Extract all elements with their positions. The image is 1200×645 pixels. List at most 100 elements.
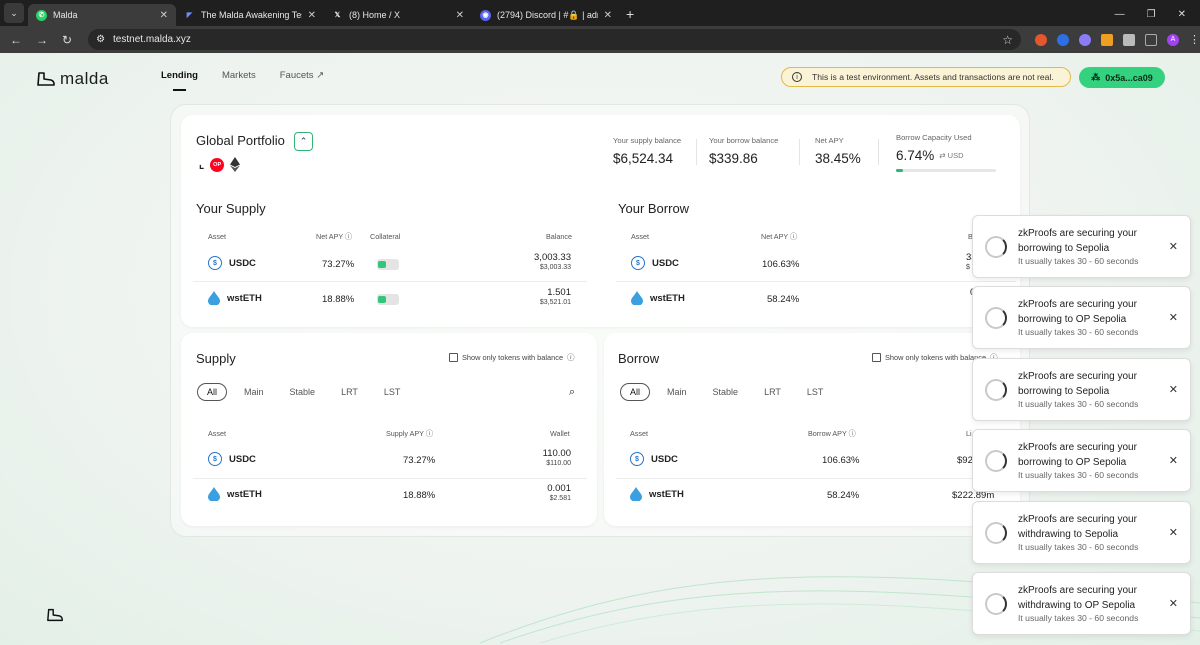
reload-icon[interactable]: ↻ — [62, 33, 72, 47]
nav-lending[interactable]: Lending — [161, 70, 198, 91]
checkbox-box[interactable] — [872, 353, 881, 362]
tab-title: Malda — [53, 10, 78, 20]
asset-wsteth[interactable]: wstETH — [208, 291, 262, 305]
info-icon[interactable]: ⓘ — [567, 352, 574, 363]
row-divider — [193, 478, 587, 479]
filter-stable[interactable]: Stable — [281, 384, 325, 400]
new-tab-button[interactable]: + — [626, 6, 634, 22]
x-icon: 𝕏 — [334, 12, 341, 19]
row-divider — [616, 478, 1010, 479]
asset-name: wstETH — [227, 292, 262, 304]
extensions-puzzle-icon[interactable] — [1123, 33, 1135, 46]
toast-message: zkProofs are securing your withdrawing t… — [1018, 585, 1137, 611]
capacity-progress-fill — [896, 169, 903, 172]
checkbox-box[interactable] — [449, 353, 458, 362]
malda-tab-icon: ◤ — [186, 12, 193, 19]
market-row-usdc[interactable]: $ USDC — [630, 452, 678, 466]
info-icon[interactable]: ⓘ — [345, 232, 352, 241]
profile-avatar[interactable]: A — [1167, 33, 1179, 46]
external-link-icon: ↗ — [316, 70, 325, 81]
filter-lrt[interactable]: LRT — [332, 384, 367, 400]
wallet-amount: 0.001 — [547, 483, 571, 494]
wallet-address: 0x5a...ca09 — [1105, 72, 1153, 83]
malda-logo-icon — [37, 72, 55, 86]
tab-malda[interactable]: ✆ Malda ✕ — [28, 4, 176, 26]
filter-stable[interactable]: Stable — [704, 384, 748, 400]
your-supply-title: Your Supply — [196, 201, 266, 216]
filter-lst[interactable]: LST — [798, 384, 833, 400]
balance-usd: $3,003.33 — [539, 264, 571, 271]
address-bar[interactable]: ⚙ testnet.malda.xyz ☆ — [88, 29, 1021, 50]
usdc-icon: $ — [631, 256, 645, 270]
toast-close-icon[interactable]: ✕ — [1169, 240, 1178, 253]
filter-all[interactable]: All — [620, 383, 651, 401]
malda-corner-logo-icon[interactable] — [46, 607, 64, 623]
window-controls: — ❐ ✕ — [1115, 9, 1200, 26]
supply-balance: 3,003.33 $3,003.33 — [534, 253, 571, 273]
wsteth-icon — [208, 291, 220, 305]
close-tab-icon[interactable]: ✕ — [160, 10, 168, 21]
tab-malda-awakening[interactable]: ◤ The Malda Awakening Testnet ✕ — [176, 4, 324, 26]
info-icon[interactable]: ⓘ — [426, 429, 433, 438]
toast-subtext: It usually takes 30 - 60 seconds — [1018, 613, 1139, 623]
collateral-toggle[interactable] — [377, 259, 399, 270]
tab-discord[interactable]: ◉ (2794) Discord | #🔒 | admin-no ✕ — [472, 4, 620, 26]
close-tab-icon[interactable]: ✕ — [308, 10, 316, 21]
col-asset: Asset — [208, 429, 226, 438]
close-window-icon[interactable]: ✕ — [1178, 9, 1186, 20]
asset-wsteth[interactable]: wstETH — [631, 291, 685, 305]
market-row-wsteth[interactable]: wstETH — [208, 487, 262, 501]
close-tab-icon[interactable]: ✕ — [604, 10, 612, 21]
fox-extension-icon[interactable] — [1035, 33, 1047, 46]
url-text: testnet.malda.xyz — [113, 34, 191, 45]
filter-all[interactable]: All — [197, 383, 228, 401]
side-panel-icon[interactable] — [1145, 33, 1157, 46]
restore-icon[interactable]: ❐ — [1147, 9, 1156, 20]
info-icon[interactable]: ⓘ — [849, 429, 856, 438]
toast-close-icon[interactable]: ✕ — [1169, 311, 1178, 324]
show-balance-checkbox[interactable]: Show only tokens with balance ⓘ — [449, 352, 574, 363]
market-row-wsteth[interactable]: wstETH — [630, 487, 684, 501]
back-icon[interactable]: ← — [10, 33, 22, 47]
filter-lst[interactable]: LST — [375, 384, 410, 400]
toast-close-icon[interactable]: ✕ — [1169, 526, 1178, 539]
site-info-icon[interactable]: ⚙ — [96, 34, 105, 45]
malda-logo[interactable]: malda — [36, 69, 109, 89]
ghost-extension-icon[interactable] — [1079, 33, 1091, 46]
filter-main[interactable]: Main — [658, 384, 696, 400]
toast-notification: zkProofs are securing your borrowing to … — [972, 429, 1191, 492]
asset-usdc[interactable]: $ USDC — [208, 256, 256, 270]
close-tab-icon[interactable]: ✕ — [456, 10, 464, 21]
browser-tab-strip: ⌄ ✆ Malda ✕ ◤ The Malda Awakening Testne… — [0, 0, 1200, 26]
nav-markets[interactable]: Markets — [222, 70, 256, 81]
browser-menu-icon[interactable]: ⋮ — [1189, 33, 1200, 46]
toast-close-icon[interactable]: ✕ — [1169, 383, 1178, 396]
collapse-button[interactable]: ⌃ — [294, 132, 313, 151]
borrow-filter-tabs: All Main Stable LRT LST — [620, 383, 832, 401]
tab-x-home[interactable]: 𝕏 (8) Home / X ✕ — [324, 4, 472, 26]
info-icon[interactable]: ⓘ — [790, 232, 797, 241]
tab-search-button[interactable]: ⌄ — [4, 3, 24, 23]
global-portfolio-card: Global Portfolio ⌃ ⌞ OP Your supply bala… — [181, 115, 1020, 327]
filter-lrt[interactable]: LRT — [755, 384, 790, 400]
toast-close-icon[interactable]: ✕ — [1169, 454, 1178, 467]
currency-toggle[interactable]: ⇄ USD — [939, 151, 963, 160]
supply-balance-label: Your supply balance — [613, 136, 682, 145]
nav-faucets[interactable]: Faucets ↗ — [280, 70, 324, 81]
market-row-usdc[interactable]: $ USDC — [208, 452, 256, 466]
wallet-button[interactable]: ⁂ 0x5a...ca09 — [1079, 67, 1165, 88]
filter-main[interactable]: Main — [235, 384, 273, 400]
sun-extension-icon[interactable] — [1101, 33, 1113, 46]
bookmark-star-icon[interactable]: ☆ — [1002, 33, 1013, 47]
asset-usdc[interactable]: $ USDC — [631, 256, 679, 270]
wallet-extension-icon[interactable] — [1057, 33, 1069, 46]
wallet-status-icon: ⁂ — [1091, 72, 1101, 82]
col-net-apy-label: Net APY — [316, 232, 344, 241]
divider — [878, 139, 879, 165]
toast-close-icon[interactable]: ✕ — [1169, 597, 1178, 610]
search-icon[interactable]: ⌕ — [569, 386, 575, 399]
minimize-icon[interactable]: — — [1115, 9, 1125, 20]
collateral-toggle[interactable] — [377, 294, 399, 305]
checkbox-label: Show only tokens with balance — [462, 353, 564, 362]
forward-icon[interactable]: → — [36, 33, 48, 47]
